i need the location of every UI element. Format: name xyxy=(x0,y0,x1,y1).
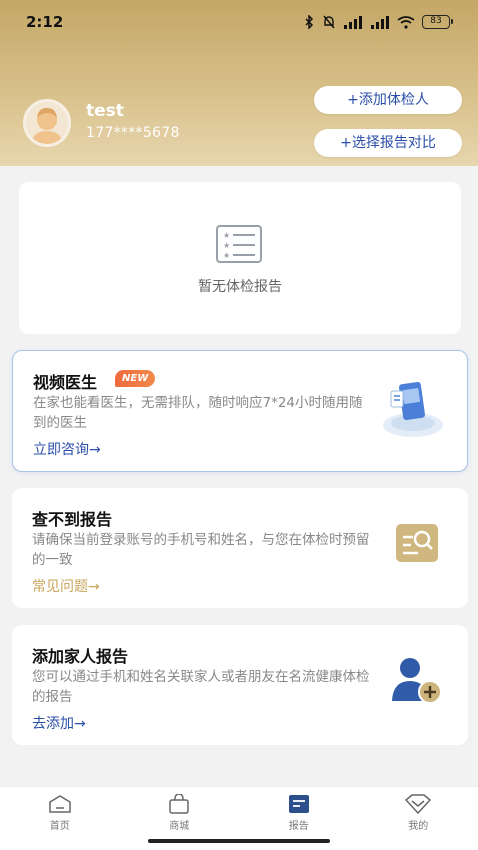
wifi-icon xyxy=(397,15,415,29)
faq-link[interactable]: 常见问题→ xyxy=(32,576,100,596)
status-icons: 83 xyxy=(304,15,453,29)
bag-icon xyxy=(169,794,189,814)
video-doctor-desc: 在家也能看医生，无需排队，随时响应7*24小时随用随到的医生 xyxy=(33,395,363,431)
bluetooth-icon xyxy=(305,15,314,29)
tab-mine[interactable]: 我的 xyxy=(359,787,478,850)
video-phone-icon xyxy=(383,382,443,437)
tab-home-label: 首页 xyxy=(49,821,70,832)
report-missing-title: 查不到报告 xyxy=(32,510,113,529)
diamond-icon xyxy=(405,794,432,814)
signal-icon-2 xyxy=(371,15,389,29)
status-bar: 2:12 83 xyxy=(0,0,478,44)
add-examinee-button[interactable]: +添加体检人 xyxy=(314,86,462,114)
consult-now-link[interactable]: 立即咨询→ xyxy=(33,439,101,459)
svg-text:★: ★ xyxy=(223,231,230,240)
home-icon xyxy=(49,795,71,813)
svg-text:★: ★ xyxy=(223,241,230,250)
video-doctor-card[interactable]: 视频医生 NEW 在家也能看医生，无需排队，随时响应7*24小时随用随到的医生 … xyxy=(12,350,468,472)
report-missing-desc: 请确保当前登录账号的手机号和姓名，与您在体检时预留的一致 xyxy=(32,532,370,568)
home-indicator xyxy=(148,839,330,843)
battery-icon: 83 xyxy=(422,15,453,29)
avatar[interactable] xyxy=(23,99,71,147)
add-family-desc: 您可以通过手机和姓名关联家人或者朋友在名流健康体检的报告 xyxy=(32,669,370,705)
new-badge: NEW xyxy=(115,370,156,387)
profile-header: 2:12 83 test 177****5678 +添加体检人 +选择报告对比 xyxy=(0,0,478,166)
mute-bell-icon xyxy=(323,15,335,29)
tab-home[interactable]: 首页 xyxy=(0,787,120,850)
report-icon xyxy=(288,795,309,813)
tab-report-label: 报告 xyxy=(288,821,309,832)
empty-report-card: ★ ★ ★ 暂无体检报告 xyxy=(19,182,461,334)
add-family-title: 添加家人报告 xyxy=(32,647,129,666)
signal-icon xyxy=(344,15,362,29)
go-add-link[interactable]: 去添加→ xyxy=(32,713,86,733)
empty-list-icon: ★ ★ ★ xyxy=(216,225,262,263)
avatar-icon xyxy=(31,108,63,144)
compare-reports-button[interactable]: +选择报告对比 xyxy=(314,129,462,157)
status-time: 2:12 xyxy=(26,13,64,31)
search-report-icon xyxy=(396,524,438,562)
empty-report-text: 暂无体检报告 xyxy=(198,279,282,295)
user-name: test xyxy=(86,101,124,121)
svg-text:★: ★ xyxy=(223,251,230,260)
video-doctor-title: 视频医生 xyxy=(33,373,98,392)
add-family-card[interactable]: 添加家人报告 您可以通过手机和姓名关联家人或者朋友在名流健康体检的报告 去添加→ xyxy=(12,625,468,745)
user-phone: 177****5678 xyxy=(86,125,180,141)
tab-mine-label: 我的 xyxy=(408,821,429,832)
tab-mall-label: 商城 xyxy=(169,821,190,832)
report-missing-card[interactable]: 查不到报告 请确保当前登录账号的手机号和姓名，与您在体检时预留的一致 常见问题→ xyxy=(12,488,468,608)
add-user-icon xyxy=(392,658,442,704)
